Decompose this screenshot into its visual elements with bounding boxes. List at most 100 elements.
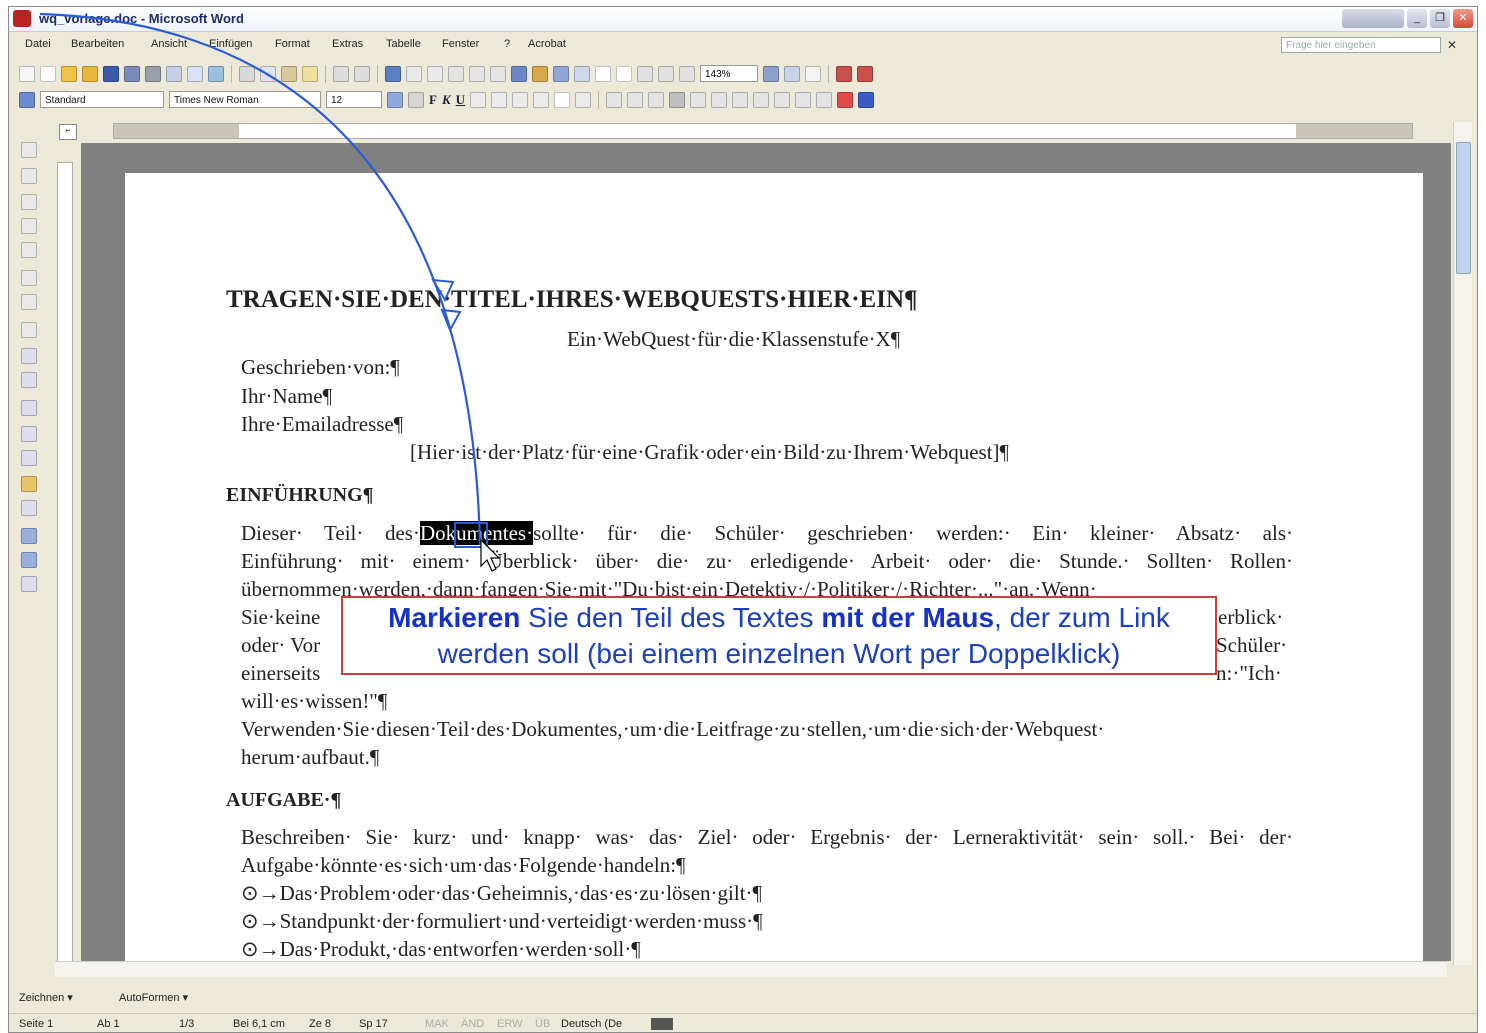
intro-line-5-start[interactable]: oder· Vor (241, 633, 320, 658)
menu-fenster[interactable]: Fenster (442, 38, 479, 50)
insert-table-icon[interactable] (427, 65, 443, 82)
author-name[interactable]: Ihr·Name¶ (241, 384, 332, 409)
paste-icon[interactable] (281, 65, 297, 82)
tab-selector[interactable]: ⌐ (59, 124, 77, 140)
intro-line-4-end[interactable]: erblick· (1218, 605, 1283, 630)
pdf-email-icon[interactable] (857, 65, 873, 82)
zoom-select[interactable]: 143% (700, 65, 758, 82)
shading-icon[interactable] (21, 294, 37, 310)
strikethrough-icon[interactable] (470, 91, 487, 108)
horizontal-scrollbar[interactable] (55, 961, 1447, 977)
underline-button[interactable]: U (456, 92, 465, 108)
increase-indent-icon[interactable] (774, 91, 791, 108)
horizontal-ruler[interactable] (113, 123, 1413, 139)
new-document-icon[interactable] (19, 65, 35, 82)
justify-icon[interactable] (669, 91, 686, 108)
bullets-icon[interactable] (732, 91, 749, 108)
print-icon[interactable] (145, 65, 161, 82)
vertical-scrollbar[interactable] (1453, 122, 1472, 965)
vertical-ruler[interactable] (57, 162, 73, 962)
intro-heading[interactable]: EINFÜHRUNG¶ (226, 484, 373, 507)
menu-tabelle[interactable]: Tabelle (386, 38, 421, 50)
insert-table-small-icon[interactable] (21, 322, 37, 338)
line-spacing-icon[interactable] (690, 91, 707, 108)
intro-line-9[interactable]: herum·aufbaut.¶ (241, 745, 379, 770)
insert-excel-icon[interactable] (448, 65, 464, 82)
font-color-icon[interactable] (858, 91, 875, 108)
align-left-icon[interactable] (606, 91, 623, 108)
text-box-icon[interactable] (637, 65, 653, 82)
status-aend[interactable]: ÄND (461, 1018, 484, 1030)
intro-line-8[interactable]: Verwenden·Sie·diesen·Teil·des·Dokumentes… (241, 717, 1293, 742)
author-label[interactable]: Geschrieben·von:¶ (241, 355, 400, 380)
merge-cells-icon[interactable] (21, 348, 37, 364)
menu-ansicht[interactable]: Ansicht (151, 38, 187, 50)
border-color-icon[interactable] (21, 270, 37, 286)
bold-button[interactable]: F (429, 92, 437, 108)
open-icon[interactable] (82, 65, 98, 82)
menu-format[interactable]: Format (275, 38, 310, 50)
bullet-item[interactable]: ⊙→Standpunkt·der·formuliert·und·verteidi… (241, 909, 763, 934)
border-icon[interactable] (816, 91, 833, 108)
selected-word[interactable]: Dokumentes· (419, 521, 534, 545)
pilcrow-icon[interactable] (679, 65, 695, 82)
autoshapes-button[interactable]: AutoFormen ▾ (119, 991, 188, 1004)
menu-acrobat[interactable]: Acrobat (528, 38, 566, 50)
undo-icon[interactable] (333, 65, 349, 82)
columns-icon[interactable] (469, 65, 485, 82)
redo-icon[interactable] (354, 65, 370, 82)
document-map-icon-2[interactable] (387, 91, 403, 108)
minimize-button[interactable]: _ (1407, 9, 1427, 28)
style-select[interactable]: Standard (40, 91, 164, 108)
insert-chart-icon[interactable] (574, 65, 590, 82)
close-button[interactable]: ✕ (1453, 9, 1473, 28)
columns-small-icon[interactable] (795, 91, 812, 108)
read-mode-icon[interactable] (763, 65, 779, 82)
draw-menu-button[interactable]: Zeichnen ▾ (19, 991, 73, 1004)
help-search-input[interactable]: Frage hier eingeben (1281, 37, 1441, 53)
numbering-icon[interactable] (711, 91, 728, 108)
text-direction-icon[interactable] (21, 500, 37, 516)
sort-ascending-icon[interactable] (21, 528, 37, 544)
tables-borders-icon[interactable] (406, 65, 422, 82)
print-preview-icon[interactable] (166, 65, 182, 82)
comment-icon[interactable] (554, 91, 571, 108)
autosum-icon[interactable] (21, 576, 37, 592)
line-weight-icon[interactable] (21, 242, 37, 258)
table-grid-icon[interactable] (21, 194, 37, 210)
bullet-item[interactable]: ⊙→Das·Produkt,·das·entworfen·werden·soll… (241, 937, 641, 962)
status-erw[interactable]: ERW (497, 1018, 522, 1030)
bullet-item[interactable]: ⊙→Das·Problem·oder·das·Geheimnis,·das·es… (241, 881, 762, 906)
document-subtitle[interactable]: Ein·WebQuest·für·die·Klassenstufe·X¶ (567, 327, 900, 352)
decrease-indent-icon[interactable] (753, 91, 770, 108)
superscript-small-icon[interactable] (512, 91, 529, 108)
image-placeholder[interactable]: [Hier·ist·der·Platz·für·eine·Grafik·oder… (410, 440, 1009, 465)
task-line-2[interactable]: Aufgabe·könnte·es·sich·um·das·Folgende·h… (241, 853, 686, 878)
document-map-icon[interactable] (511, 65, 527, 82)
underline-dotted-icon[interactable] (575, 91, 592, 108)
document-title[interactable]: TRAGEN·SIE·DEN·TITEL·IHRES·WEBQUESTS·HIE… (226, 286, 918, 314)
status-mak[interactable]: MAK (425, 1018, 449, 1030)
align-center-icon[interactable] (627, 91, 644, 108)
vertical-scroll-thumb[interactable] (1456, 142, 1471, 274)
author-email[interactable]: Ihre·Emailadresse¶ (241, 412, 403, 437)
italic-button[interactable]: K (442, 92, 451, 108)
status-ub[interactable]: ÜB (535, 1018, 550, 1030)
maximize-button[interactable]: ❐ (1430, 9, 1450, 28)
word-app-icon[interactable] (13, 10, 31, 27)
permission-icon[interactable] (124, 65, 140, 82)
show-hide-icon[interactable] (532, 65, 548, 82)
new-blank-icon[interactable] (40, 65, 56, 82)
spelling-status-icon[interactable] (651, 1018, 673, 1030)
superscript-icon[interactable] (616, 65, 632, 82)
cut-icon[interactable] (239, 65, 255, 82)
intro-line-6-start[interactable]: einerseits (241, 661, 320, 686)
subscript-small-icon[interactable] (533, 91, 550, 108)
double-strike-icon[interactable] (491, 91, 508, 108)
drawing-icon[interactable] (490, 65, 506, 82)
task-heading[interactable]: AUFGABE·¶ (226, 789, 341, 812)
intro-line-2[interactable]: Einführung· mit· einem· Überblick· über·… (241, 549, 1293, 574)
font-select[interactable]: Times New Roman (169, 91, 321, 108)
wordart-icon[interactable] (658, 65, 674, 82)
split-cells-icon[interactable] (21, 372, 37, 388)
